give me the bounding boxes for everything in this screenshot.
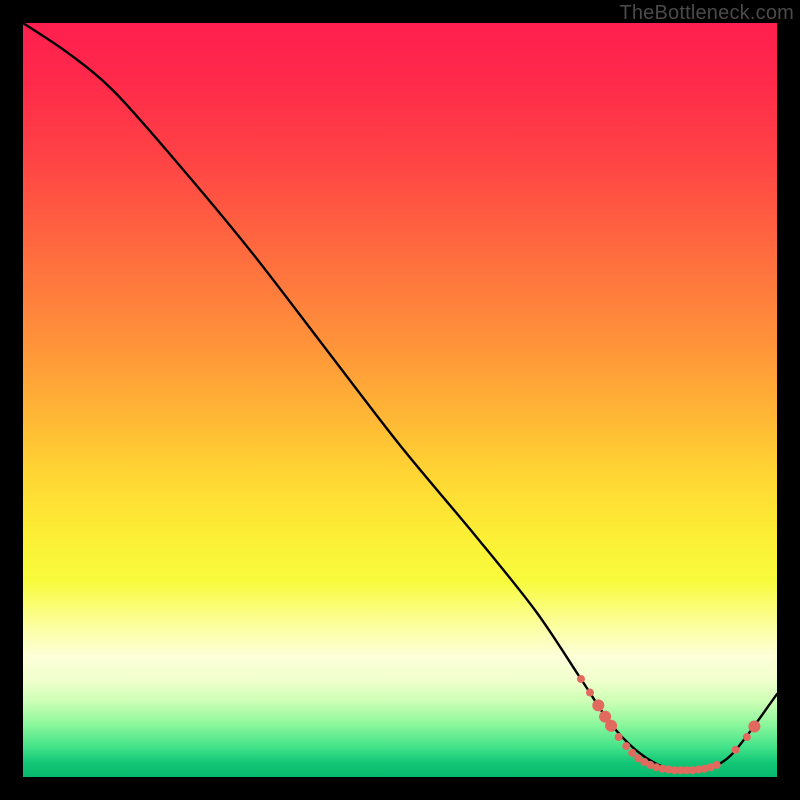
highlight-dot	[628, 749, 636, 757]
highlight-dot	[713, 761, 721, 769]
chart-plot-area	[23, 23, 777, 777]
highlight-dot	[615, 733, 623, 741]
highlight-dots-group	[577, 675, 760, 774]
watermark-text: TheBottleneck.com	[619, 2, 794, 25]
highlight-dot	[622, 742, 630, 750]
chart-stage: TheBottleneck.com	[0, 0, 800, 800]
highlight-dot	[743, 733, 751, 741]
highlight-dot	[592, 699, 604, 711]
highlight-dot	[586, 689, 594, 697]
chart-svg	[23, 23, 777, 777]
highlight-dot	[605, 720, 617, 732]
highlight-dot	[577, 675, 585, 683]
highlight-dot	[748, 720, 760, 732]
highlight-dot	[732, 746, 740, 754]
bottleneck-curve	[23, 23, 777, 771]
